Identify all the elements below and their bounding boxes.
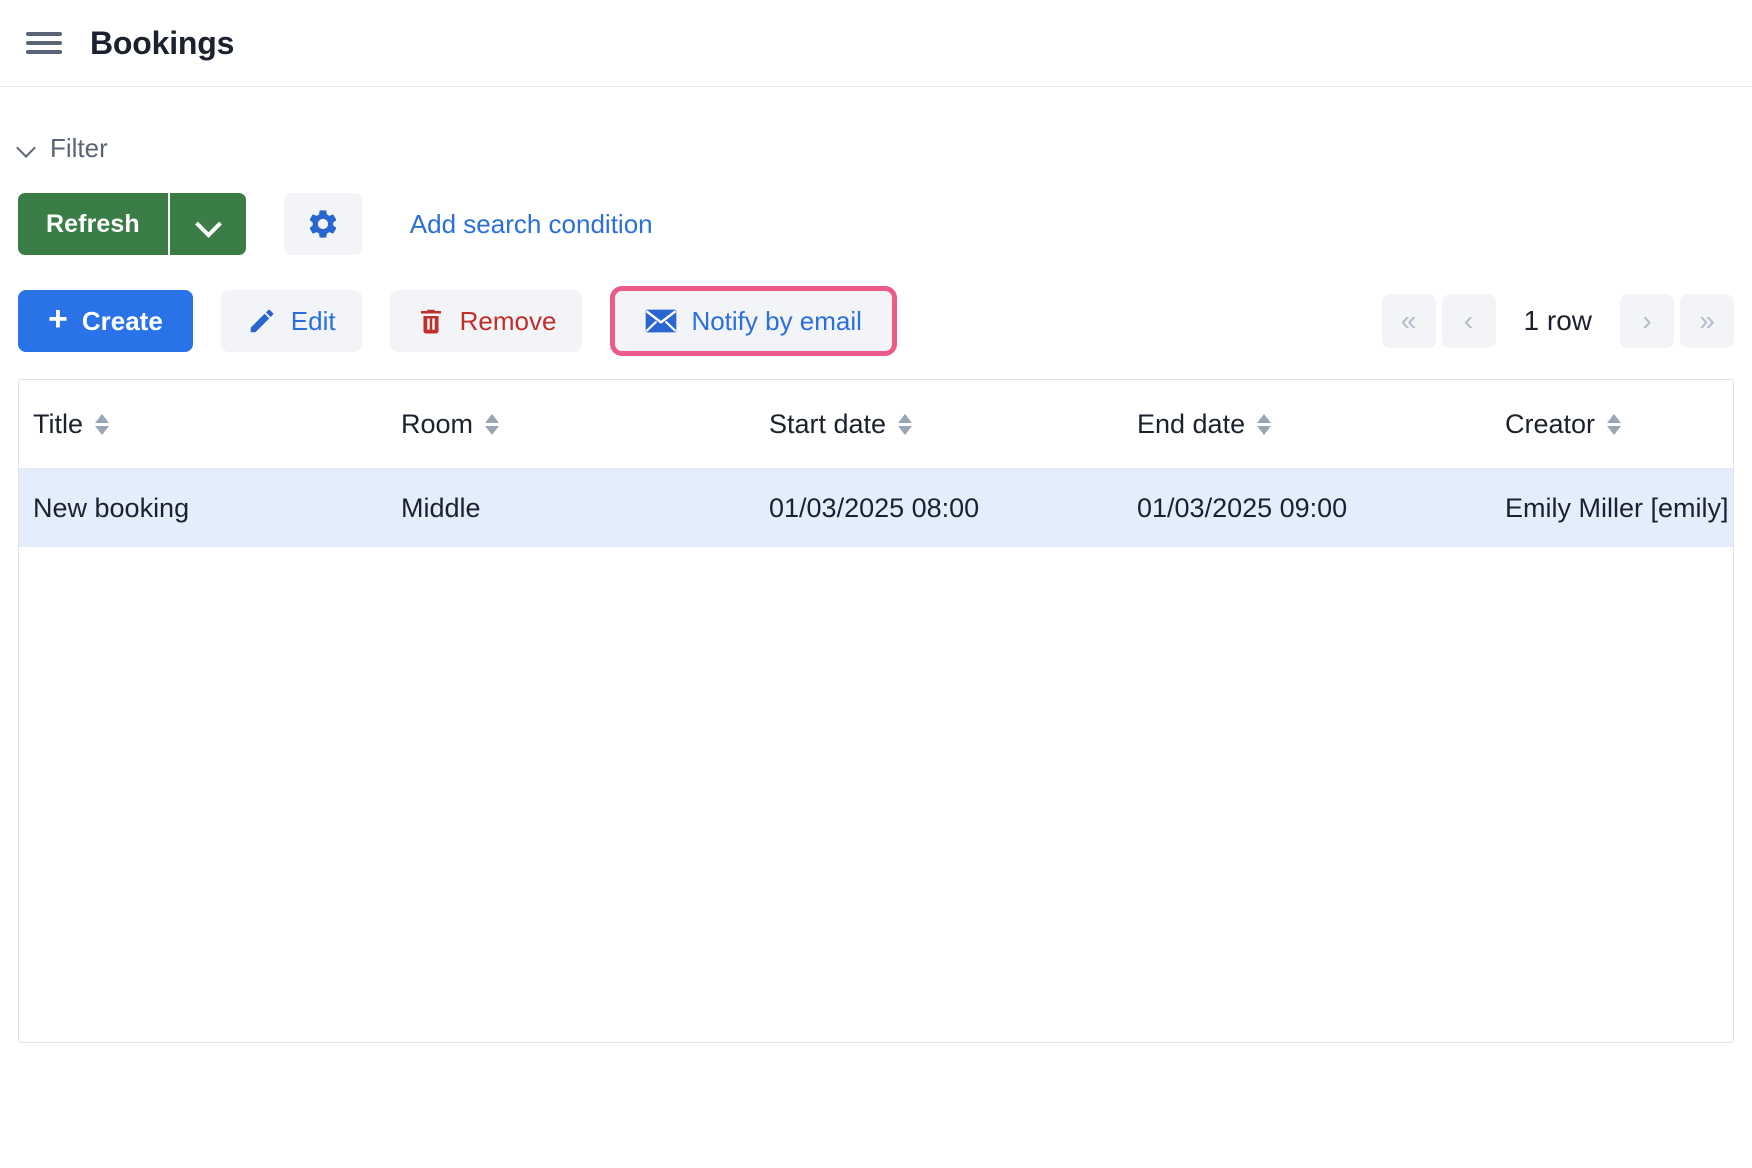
trash-icon — [416, 306, 446, 336]
table-row[interactable]: New booking Middle 01/03/2025 08:00 01/0… — [19, 469, 1733, 548]
pagination: « ‹ 1 row › » — [1382, 294, 1734, 348]
column-header-end-date-label: End date — [1137, 409, 1245, 440]
pagination-row-count: 1 row — [1502, 305, 1614, 337]
refresh-dropdown-button[interactable] — [168, 193, 246, 255]
pagination-next-button[interactable]: › — [1620, 294, 1674, 348]
remove-button-label: Remove — [460, 306, 557, 337]
cell-end-date: 01/03/2025 09:00 — [1123, 469, 1491, 548]
hamburger-bar — [26, 50, 62, 54]
chevron-down-icon — [197, 213, 219, 235]
bookings-table: Title Room Start date — [19, 380, 1733, 547]
notify-by-email-button[interactable]: Notify by email — [610, 286, 897, 356]
edit-button[interactable]: Edit — [221, 290, 362, 352]
add-search-condition-link[interactable]: Add search condition — [410, 209, 653, 240]
filter-section: Filter — [0, 119, 1752, 177]
column-header-end-date[interactable]: End date — [1123, 380, 1491, 469]
filter-toggle[interactable]: Filter — [16, 133, 108, 164]
column-header-title-label: Title — [33, 409, 83, 440]
column-header-creator[interactable]: Creator — [1491, 380, 1733, 469]
create-button[interactable]: + Create — [18, 290, 193, 352]
sort-arrows-icon[interactable] — [1257, 414, 1271, 435]
envelope-icon — [645, 308, 677, 334]
column-header-room-label: Room — [401, 409, 473, 440]
hamburger-bar — [26, 32, 62, 36]
refresh-button-group: Refresh — [18, 193, 246, 255]
cell-creator: Emily Miller [emily] — [1491, 469, 1733, 548]
app-header: Bookings — [0, 0, 1752, 87]
refresh-button[interactable]: Refresh — [18, 193, 168, 255]
sort-arrows-icon[interactable] — [1607, 414, 1621, 435]
page-title: Bookings — [90, 25, 234, 62]
create-button-label: Create — [82, 306, 163, 337]
column-header-title[interactable]: Title — [19, 380, 387, 469]
edit-button-label: Edit — [291, 306, 336, 337]
table-empty-area — [19, 547, 1733, 1043]
action-toolbar: + Create Edit Remove Notify by email « ‹… — [0, 285, 1752, 357]
table-body: New booking Middle 01/03/2025 08:00 01/0… — [19, 469, 1733, 548]
chevron-down-icon — [16, 137, 38, 159]
sort-arrows-icon[interactable] — [485, 414, 499, 435]
gear-icon — [306, 207, 340, 241]
sort-arrows-icon[interactable] — [95, 414, 109, 435]
filter-label: Filter — [50, 133, 108, 164]
pagination-first-button[interactable]: « — [1382, 294, 1436, 348]
remove-button[interactable]: Remove — [390, 290, 583, 352]
cell-start-date: 01/03/2025 08:00 — [755, 469, 1123, 548]
column-header-room[interactable]: Room — [387, 380, 755, 469]
column-header-start-date-label: Start date — [769, 409, 886, 440]
plus-icon: + — [48, 302, 68, 336]
table-header-row: Title Room Start date — [19, 380, 1733, 469]
column-header-start-date[interactable]: Start date — [755, 380, 1123, 469]
hamburger-icon[interactable] — [26, 29, 62, 57]
pagination-last-button[interactable]: » — [1680, 294, 1734, 348]
pagination-prev-button[interactable]: ‹ — [1442, 294, 1496, 348]
notify-button-label: Notify by email — [691, 306, 862, 337]
search-toolbar: Refresh Add search condition — [0, 193, 1752, 255]
cell-title: New booking — [19, 469, 387, 548]
table-header: Title Room Start date — [19, 380, 1733, 469]
column-header-creator-label: Creator — [1505, 409, 1595, 440]
sort-arrows-icon[interactable] — [898, 414, 912, 435]
bookings-table-container: Title Room Start date — [18, 379, 1734, 1043]
cell-room: Middle — [387, 469, 755, 548]
settings-button[interactable] — [284, 193, 362, 255]
pencil-icon — [247, 306, 277, 336]
hamburger-bar — [26, 41, 62, 45]
